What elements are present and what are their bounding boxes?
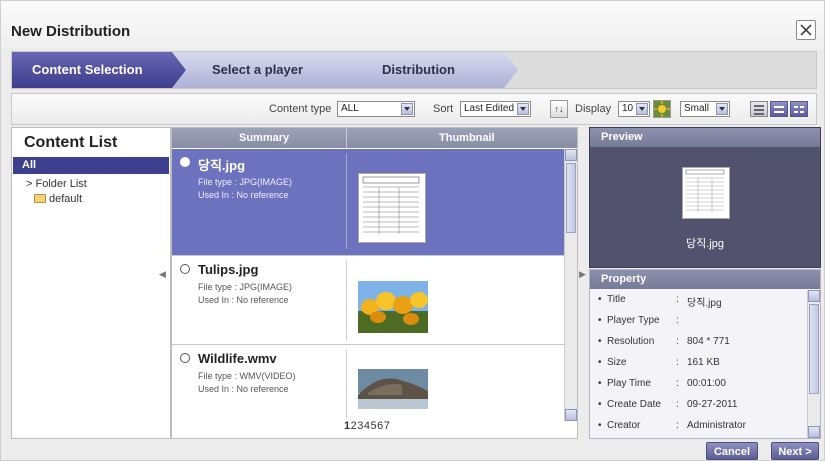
pagination: 1234567 [344, 420, 390, 432]
display-label: Display [575, 103, 612, 115]
filter-bar: Content type ALL Sort Last Edited ↑↓ Dis… [11, 93, 817, 125]
content-used-in: Used In : No reference [198, 190, 289, 200]
step-distribution[interactable]: Distribution [342, 52, 527, 88]
cancel-button[interactable]: Cancel [706, 442, 758, 460]
step-content-selection[interactable]: Content Selection [12, 52, 187, 88]
preview-heading: Preview [590, 128, 820, 147]
table-row[interactable]: Tulips.jpg File type : JPG(IMAGE) Used I… [172, 256, 564, 345]
content-type-value: ALL [341, 103, 359, 114]
preview-filename: 당직.jpg [686, 238, 724, 250]
chevron-down-icon [716, 103, 728, 115]
close-icon [800, 24, 812, 36]
chevron-down-icon [401, 103, 413, 115]
close-button[interactable] [796, 20, 816, 40]
preview-image [682, 167, 730, 219]
property-heading: Property [590, 270, 820, 289]
content-file-type: File type : WMV(VIDEO) [198, 371, 296, 381]
step-label: Content Selection [32, 62, 143, 77]
scroll-down-icon[interactable] [808, 426, 820, 438]
content-used-in: Used In : No reference [198, 384, 289, 394]
row-radio[interactable] [180, 157, 190, 167]
property-scrollbar[interactable] [807, 290, 820, 438]
content-list-title: Content List [24, 134, 118, 151]
content-list-panel: Content List All > Folder List default [11, 127, 171, 439]
content-table: Summary Thumbnail 당직.jpg File type : JPG… [171, 127, 578, 439]
step-label: Select a player [212, 62, 304, 77]
content-file-type: File type : JPG(IMAGE) [198, 177, 293, 187]
collapse-left-handle[interactable]: ◀ [159, 269, 169, 299]
folder-default-label: default [49, 193, 83, 205]
thumbnail-size-icon [653, 100, 671, 118]
scroll-thumb[interactable] [809, 304, 819, 394]
wizard-steps: Content Selection Select a player Distri… [11, 51, 817, 89]
display-count-select[interactable]: 10 [618, 101, 650, 117]
chevron-right-icon: ▶ [579, 269, 586, 279]
row-radio[interactable] [180, 264, 190, 274]
step-select-player[interactable]: Select a player [172, 52, 362, 88]
list-view-button[interactable] [750, 101, 768, 117]
document-thumbnail [358, 173, 426, 243]
folder-icon [34, 194, 46, 203]
new-distribution-dialog: New Distribution Content Selection Selec… [0, 0, 825, 461]
sort-label: Sort [433, 103, 454, 115]
sort-order-icon: ↑↓ [554, 104, 564, 114]
content-list-all[interactable]: All [13, 157, 169, 174]
scroll-up-icon[interactable] [808, 290, 820, 302]
chevron-down-icon [517, 103, 529, 115]
column-thumbnail: Thumbnail [439, 132, 495, 144]
content-name: Wildlife.wmv [198, 351, 277, 366]
preview-panel: Preview 당직.jpg [589, 127, 821, 268]
content-type-select[interactable]: ALL [337, 101, 415, 117]
content-name: 당직.jpg [198, 158, 246, 173]
content-type-label: Content type [269, 103, 332, 115]
chevron-left-icon: ◀ [159, 269, 166, 279]
table-header: Summary Thumbnail [172, 128, 577, 148]
thumbnail-size-select[interactable]: Small [680, 101, 730, 117]
scroll-thumb[interactable] [566, 163, 576, 233]
sort-select[interactable]: Last Edited [460, 101, 531, 117]
content-used-in: Used In : No reference [198, 295, 289, 305]
dialog-title: New Distribution [11, 23, 131, 40]
column-summary: Summary [239, 132, 290, 144]
property-panel: Property • Title: 당직.jpg • Player Type: • Re… [589, 269, 821, 439]
next-button[interactable]: Next > [771, 442, 819, 460]
scroll-up-icon[interactable] [565, 149, 577, 161]
tulips-thumbnail [358, 281, 428, 333]
table-scrollbar[interactable] [564, 149, 577, 421]
content-file-type: File type : JPG(IMAGE) [198, 282, 293, 292]
title-bar: New Distribution [1, 1, 824, 49]
folder-list-item[interactable]: > Folder List [26, 178, 87, 190]
row-radio[interactable] [180, 353, 190, 363]
thumbnail-size-value: Small [684, 103, 710, 114]
table-row[interactable]: 당직.jpg File type : JPG(IMAGE) Used In : … [172, 149, 564, 256]
sort-order-button[interactable]: ↑↓ [550, 100, 568, 118]
sort-value: Last Edited [464, 103, 515, 114]
content-name: Tulips.jpg [198, 262, 259, 277]
detail-view-button[interactable] [770, 101, 788, 117]
scroll-down-icon[interactable] [565, 409, 577, 421]
display-count-value: 10 [622, 103, 634, 114]
wildlife-thumbnail [358, 369, 428, 409]
step-label: Distribution [382, 62, 455, 77]
grid-view-button[interactable] [790, 101, 808, 117]
page-current[interactable]: 1 [344, 420, 351, 432]
chevron-down-icon [636, 103, 648, 115]
collapse-right-handle[interactable]: ▶ [579, 269, 587, 299]
page-links[interactable]: 234567 [351, 420, 391, 432]
folder-default-item[interactable]: default [34, 193, 82, 205]
table-row[interactable]: Wildlife.wmv File type : WMV(VIDEO) Used… [172, 345, 564, 420]
